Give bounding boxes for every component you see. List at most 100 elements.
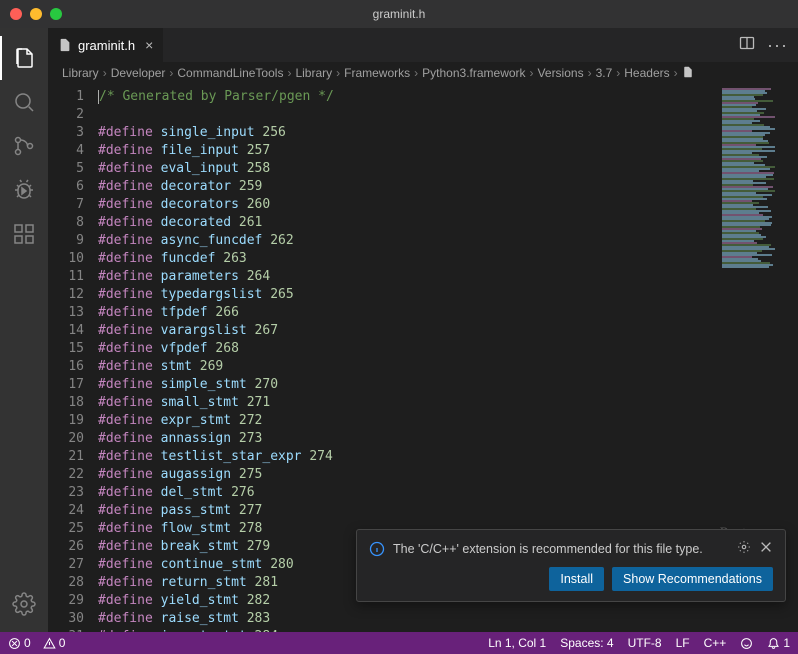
code-line[interactable]: #define del_stmt 276 [98, 484, 718, 502]
line-number: 30 [48, 610, 84, 628]
tab-bar: graminit.h × ··· [48, 28, 798, 62]
code-line[interactable]: #define expr_stmt 272 [98, 412, 718, 430]
code-line[interactable]: #define small_stmt 271 [98, 394, 718, 412]
breadcrumb-item[interactable]: Python3.framework [422, 66, 525, 80]
line-number: 3 [48, 124, 84, 142]
breadcrumb-item[interactable]: Headers [624, 66, 669, 80]
notification-close-icon[interactable] [759, 540, 773, 557]
code-line[interactable]: #define parameters 264 [98, 268, 718, 286]
tab-close-icon[interactable]: × [145, 37, 153, 53]
line-number: 5 [48, 160, 84, 178]
line-number: 14 [48, 322, 84, 340]
file-icon [58, 38, 72, 52]
maximize-window-button[interactable] [50, 8, 62, 20]
breadcrumb-item[interactable]: CommandLineTools [177, 66, 283, 80]
code-line[interactable]: #define raise_stmt 283 [98, 610, 718, 628]
line-number: 6 [48, 178, 84, 196]
breadcrumb-item[interactable]: Versions [538, 66, 584, 80]
show-recommendations-button[interactable]: Show Recommendations [612, 567, 773, 591]
line-number: 20 [48, 430, 84, 448]
chevron-right-icon: › [287, 66, 291, 80]
line-number: 8 [48, 214, 84, 232]
code-line[interactable]: #define tfpdef 266 [98, 304, 718, 322]
code-line[interactable]: #define stmt 269 [98, 358, 718, 376]
notification-gear-icon[interactable] [737, 540, 751, 557]
breadcrumb-item[interactable]: Library [62, 66, 99, 80]
status-errors[interactable]: 0 [8, 636, 31, 650]
code-line[interactable] [98, 106, 718, 124]
chevron-right-icon: › [336, 66, 340, 80]
tab-filename: graminit.h [78, 38, 135, 53]
settings-gear-icon[interactable] [0, 582, 48, 626]
breadcrumb-item[interactable]: Developer [111, 66, 166, 80]
chevron-right-icon: › [169, 66, 173, 80]
code-line[interactable]: #define simple_stmt 270 [98, 376, 718, 394]
status-notifications[interactable]: 1 [767, 636, 790, 650]
notification-message: The 'C/C++' extension is recommended for… [393, 542, 703, 556]
line-number: 9 [48, 232, 84, 250]
code-line[interactable]: #define decorators 260 [98, 196, 718, 214]
titlebar: graminit.h [0, 0, 798, 28]
code-line[interactable]: #define pass_stmt 277 [98, 502, 718, 520]
line-number: 24 [48, 502, 84, 520]
window-title: graminit.h [373, 7, 426, 21]
line-number: 26 [48, 538, 84, 556]
line-number: 15 [48, 340, 84, 358]
chevron-right-icon: › [414, 66, 418, 80]
explorer-icon[interactable] [0, 36, 48, 80]
breadcrumb-item[interactable]: Frameworks [344, 66, 410, 80]
code-line[interactable]: #define augassign 275 [98, 466, 718, 484]
line-number: 25 [48, 520, 84, 538]
code-line[interactable]: #define typedargslist 265 [98, 286, 718, 304]
extensions-icon[interactable] [0, 212, 48, 256]
code-line[interactable]: #define file_input 257 [98, 142, 718, 160]
code-line[interactable]: /* Generated by Parser/pgen */ [98, 88, 718, 106]
code-line[interactable]: #define testlist_star_expr 274 [98, 448, 718, 466]
code-line[interactable]: #define single_input 256 [98, 124, 718, 142]
editor-tab[interactable]: graminit.h × [48, 28, 164, 62]
file-icon [682, 66, 694, 81]
status-encoding[interactable]: UTF-8 [628, 636, 662, 650]
breadcrumb-item[interactable]: Library [295, 66, 332, 80]
status-indentation[interactable]: Spaces: 4 [560, 636, 613, 650]
code-line[interactable]: #define import_stmt 284 [98, 628, 718, 632]
debug-icon[interactable] [0, 168, 48, 212]
line-number: 11 [48, 268, 84, 286]
extension-recommendation-toast: The 'C/C++' extension is recommended for… [356, 529, 786, 602]
editor-area[interactable]: 1234567891011121314151617181920212223242… [48, 84, 798, 632]
code-line[interactable]: #define decorated 261 [98, 214, 718, 232]
code-line[interactable]: #define decorator 259 [98, 178, 718, 196]
chevron-right-icon: › [103, 66, 107, 80]
status-eol[interactable]: LF [676, 636, 690, 650]
search-icon[interactable] [0, 80, 48, 124]
line-number: 1 [48, 88, 84, 106]
line-number: 21 [48, 448, 84, 466]
code-line[interactable]: #define annassign 273 [98, 430, 718, 448]
status-cursor-position[interactable]: Ln 1, Col 1 [488, 636, 546, 650]
code-line[interactable]: #define eval_input 258 [98, 160, 718, 178]
status-warnings[interactable]: 0 [43, 636, 66, 650]
line-number: 19 [48, 412, 84, 430]
close-window-button[interactable] [10, 8, 22, 20]
breadcrumb-item[interactable]: 3.7 [596, 66, 613, 80]
more-actions-icon[interactable]: ··· [767, 35, 788, 56]
breadcrumbs[interactable]: Library › Developer › CommandLineTools ›… [48, 62, 798, 84]
code-line[interactable]: #define funcdef 263 [98, 250, 718, 268]
split-editor-icon[interactable] [739, 35, 755, 56]
status-language[interactable]: C++ [704, 636, 727, 650]
code-line[interactable]: #define varargslist 267 [98, 322, 718, 340]
line-number: 27 [48, 556, 84, 574]
code-line[interactable]: #define vfpdef 268 [98, 340, 718, 358]
activity-bar [0, 28, 48, 632]
line-number: 13 [48, 304, 84, 322]
code-line[interactable]: #define async_funcdef 262 [98, 232, 718, 250]
line-number: 2 [48, 106, 84, 124]
source-control-icon[interactable] [0, 124, 48, 168]
status-feedback-icon[interactable] [740, 636, 753, 650]
line-number: 10 [48, 250, 84, 268]
install-button[interactable]: Install [549, 567, 604, 591]
line-number: 4 [48, 142, 84, 160]
line-number: 18 [48, 394, 84, 412]
line-number: 7 [48, 196, 84, 214]
minimize-window-button[interactable] [30, 8, 42, 20]
